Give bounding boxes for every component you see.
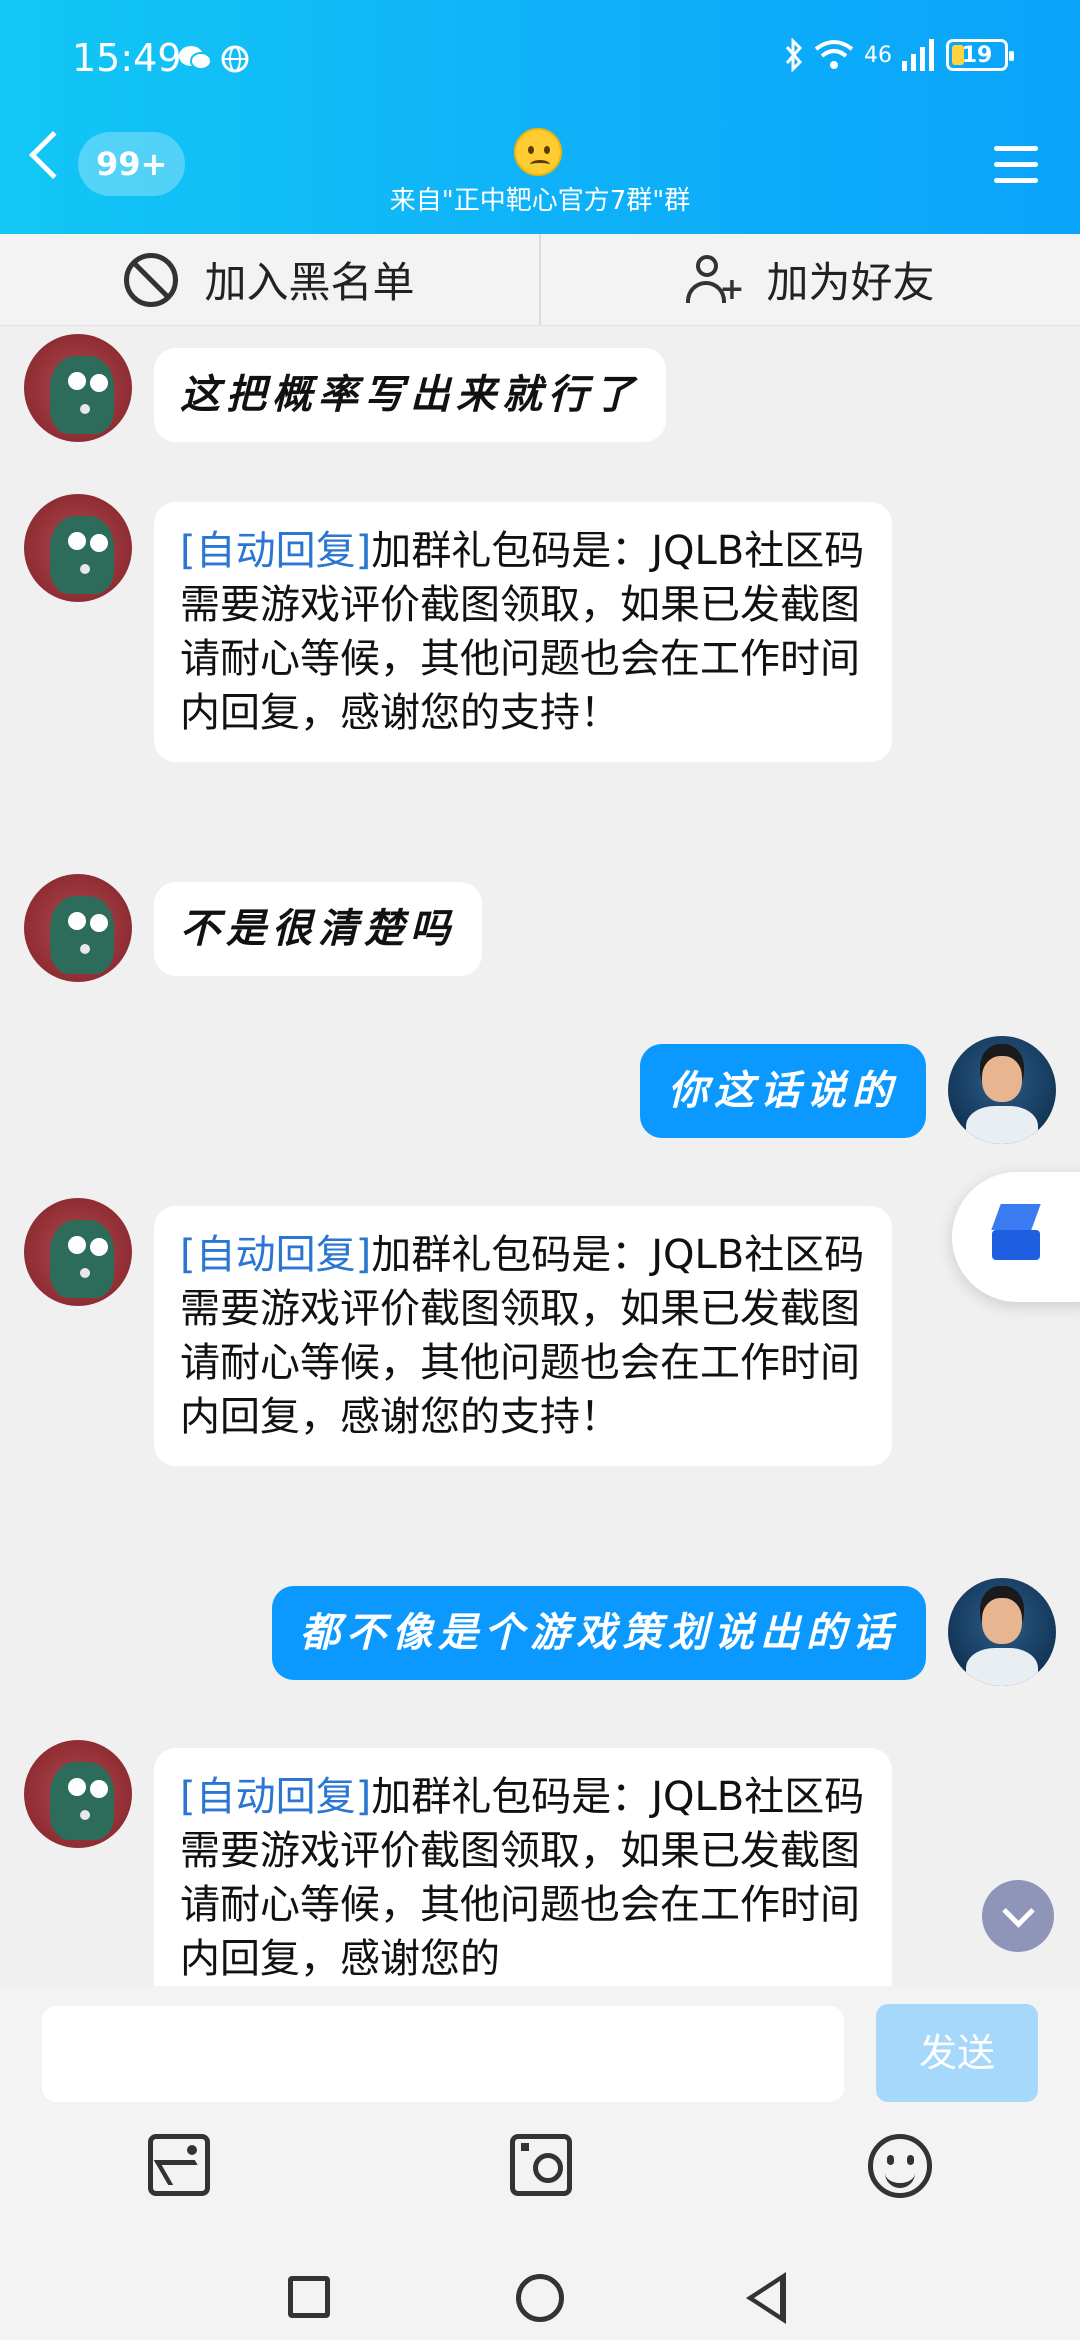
back-icon[interactable] xyxy=(28,130,78,180)
sender-avatar[interactable] xyxy=(24,1198,132,1306)
home-button[interactable] xyxy=(516,2274,564,2322)
camera-icon[interactable] xyxy=(510,2134,572,2196)
my-avatar[interactable] xyxy=(948,1036,1056,1144)
sender-avatar[interactable] xyxy=(24,1740,132,1848)
message-input[interactable] xyxy=(42,2006,844,2102)
auto-reply-tag: [自动回复] xyxy=(180,1232,372,1278)
globe-icon xyxy=(221,45,249,73)
emoji-icon[interactable] xyxy=(868,2134,932,2198)
sender-avatar[interactable] xyxy=(24,494,132,602)
scroll-down-icon[interactable] xyxy=(982,1880,1054,1952)
image-icon[interactable] xyxy=(148,2134,210,2196)
message-bubble[interactable]: [自动回复]加群礼包码是：JQLB社区码需要游戏评价截图领取，如果已发截图请耐心… xyxy=(154,1748,892,1986)
message-bubble[interactable]: 这把概率写出来就行了 xyxy=(154,348,666,442)
system-nav-bar xyxy=(0,2262,1080,2340)
network-type: 46 xyxy=(864,42,892,68)
battery-icon: 19 xyxy=(946,39,1014,71)
floating-app-button[interactable] xyxy=(952,1172,1080,1302)
status-icons-left xyxy=(178,44,250,74)
message-bubble[interactable]: 不是很清楚吗 xyxy=(154,882,482,976)
wechat-icon xyxy=(179,46,212,70)
cube-app-icon xyxy=(986,1204,1046,1264)
blacklist-button[interactable]: 加入黑名单 xyxy=(0,234,539,325)
chat-source-subtitle: 来自"正中靶心官方7群"群 xyxy=(389,186,691,216)
message-bubble[interactable]: [自动回复]加群礼包码是：JQLB社区码需要游戏评价截图领取，如果已发截图请耐心… xyxy=(154,502,892,762)
add-friend-label: 加为好友 xyxy=(766,258,935,307)
my-avatar[interactable] xyxy=(948,1578,1056,1686)
sender-avatar[interactable] xyxy=(24,874,132,982)
ban-icon xyxy=(124,252,179,307)
status-icons-right: 46 19 xyxy=(784,38,1014,72)
blacklist-label: 加入黑名单 xyxy=(204,258,415,307)
menu-icon[interactable] xyxy=(994,146,1038,186)
auto-reply-tag: [自动回复] xyxy=(180,528,372,574)
emoji-face-icon xyxy=(514,128,562,176)
message-item: 这把概率写出来就行了 xyxy=(0,334,1080,444)
battery-level: 19 xyxy=(961,42,993,68)
recents-button[interactable] xyxy=(288,2276,330,2318)
sender-avatar[interactable] xyxy=(24,334,132,442)
composer: 发送 xyxy=(0,1986,1080,2262)
my-message-bubble[interactable]: 都不像是个游戏策划说出的话 xyxy=(272,1586,926,1680)
back-button[interactable] xyxy=(746,2272,786,2324)
message-list[interactable]: 这把概率写出来就行了 [自动回复]加群礼包码是：JQLB社区码需要游戏评价截图领… xyxy=(0,326,1080,1986)
send-button[interactable]: 发送 xyxy=(876,2004,1038,2102)
add-user-icon: + xyxy=(686,253,744,307)
auto-reply-tag: [自动回复] xyxy=(180,1774,372,1820)
wifi-icon xyxy=(814,40,854,69)
message-bubble[interactable]: [自动回复]加群礼包码是：JQLB社区码需要游戏评价截图领取，如果已发截图请耐心… xyxy=(154,1206,892,1466)
status-time: 15:49 xyxy=(72,36,182,80)
stranger-action-bar: 加入黑名单 + 加为好友 xyxy=(0,234,1080,326)
bluetooth-icon xyxy=(785,38,803,72)
signal-icon xyxy=(902,39,934,71)
chat-header: 15:49 46 19 99+ 来自"正中靶心官方7群"群 xyxy=(0,0,1080,234)
my-message-bubble[interactable]: 你这话说的 xyxy=(640,1044,926,1138)
add-friend-button[interactable]: + 加为好友 xyxy=(539,234,1080,325)
